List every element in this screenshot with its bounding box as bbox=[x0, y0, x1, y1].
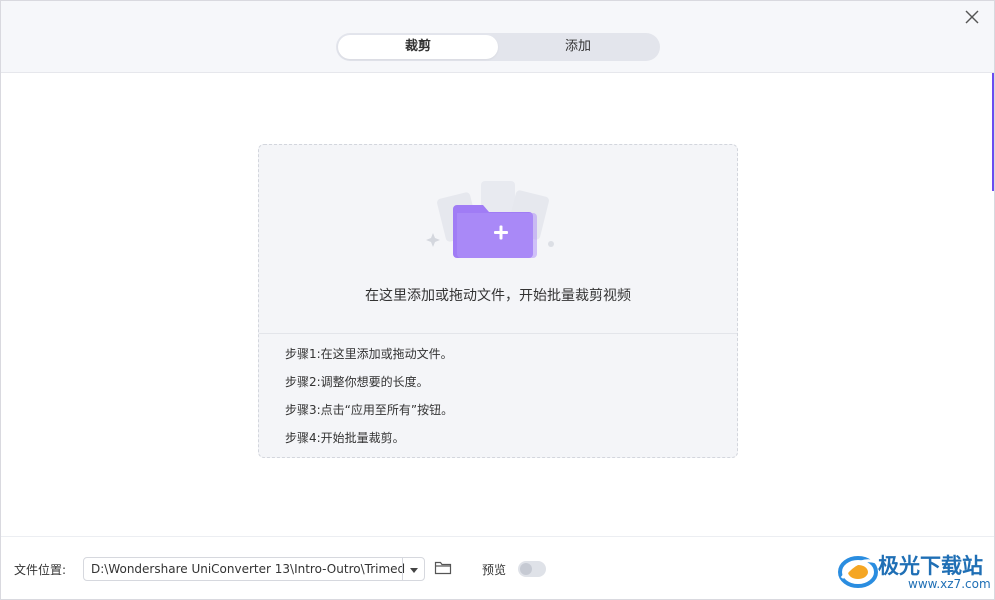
step-4: 步骤4:开始批量裁剪。 bbox=[285, 431, 405, 445]
open-folder-button[interactable] bbox=[434, 559, 452, 577]
header: 裁剪 添加 bbox=[1, 1, 994, 73]
step-2: 步骤2:调整你想要的长度。 bbox=[285, 375, 429, 389]
tab-trim[interactable]: 裁剪 bbox=[338, 35, 498, 59]
folder-icon bbox=[434, 561, 452, 575]
steps-list: 步骤1:在这里添加或拖动文件。 步骤2:调整你想要的长度。 步骤3:点击“应用至… bbox=[285, 347, 453, 459]
drop-zone[interactable]: 在这里添加或拖动文件，开始批量裁剪视频 步骤1:在这里添加或拖动文件。 步骤2:… bbox=[258, 144, 738, 458]
scroll-accent bbox=[992, 73, 994, 191]
folder-add-icon bbox=[426, 181, 554, 258]
divider bbox=[259, 333, 737, 334]
file-location-label: 文件位置: bbox=[14, 563, 67, 577]
watermark-url: www.xz7.com bbox=[908, 577, 991, 591]
close-button[interactable] bbox=[962, 7, 982, 27]
trim-window: 裁剪 添加 在这里添加或拖动文件，开始批量裁剪视频 步骤1:在这里添加或拖动文件… bbox=[0, 0, 995, 600]
add-files-area[interactable]: 在这里添加或拖动文件，开始批量裁剪视频 bbox=[259, 145, 737, 333]
close-icon bbox=[965, 10, 979, 24]
tab-switcher: 裁剪 添加 bbox=[336, 33, 660, 61]
tab-add[interactable]: 添加 bbox=[498, 35, 658, 59]
dropdown-button[interactable] bbox=[407, 562, 421, 576]
watermark-logo-icon bbox=[838, 556, 878, 588]
preview-label: 预览 bbox=[482, 563, 507, 577]
chevron-down-icon bbox=[410, 568, 418, 573]
step-3: 步骤3:点击“应用至所有”按钮。 bbox=[285, 403, 454, 417]
preview-toggle[interactable] bbox=[518, 561, 546, 577]
step-1: 步骤1:在这里添加或拖动文件。 bbox=[285, 347, 453, 361]
file-location-value: D:\Wondershare UniConverter 13\Intro-Out… bbox=[91, 562, 406, 576]
drop-zone-title: 在这里添加或拖动文件，开始批量裁剪视频 bbox=[365, 288, 631, 304]
watermark-name: 极光下载站 bbox=[878, 554, 983, 578]
select-separator bbox=[402, 558, 403, 580]
toggle-knob bbox=[520, 563, 532, 575]
file-location-select[interactable]: D:\Wondershare UniConverter 13\Intro-Out… bbox=[83, 557, 425, 581]
site-watermark: 极光下载站 www.xz7.com bbox=[836, 548, 991, 594]
